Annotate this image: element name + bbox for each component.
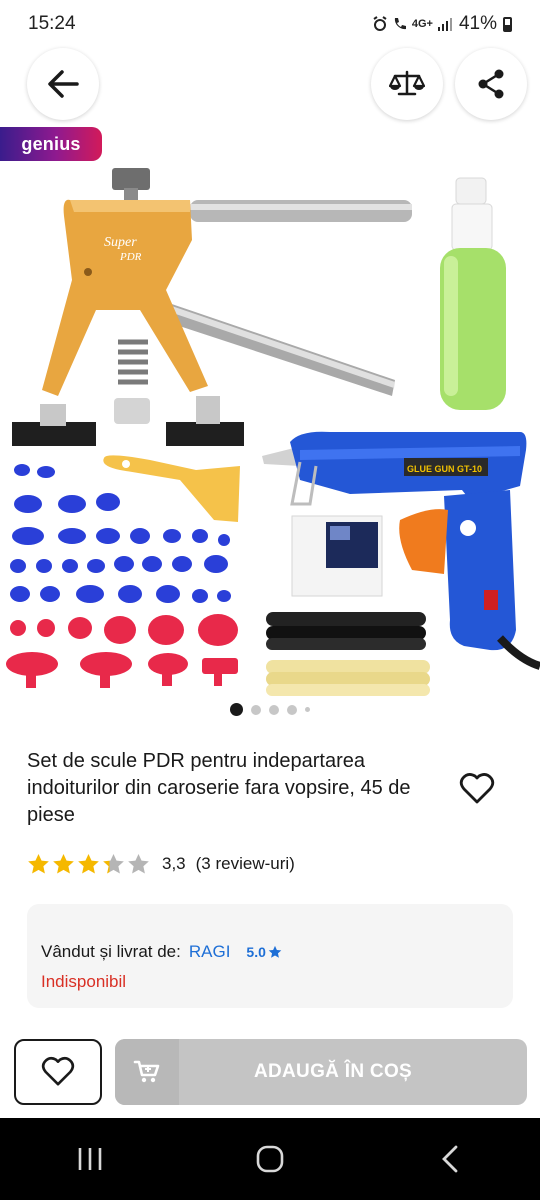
arrow-left-icon: [48, 70, 79, 98]
compare-button[interactable]: [371, 48, 443, 120]
rating-value: 3,3: [162, 854, 186, 873]
rating-row[interactable]: 3,3 (3 review-uri): [27, 853, 295, 875]
share-icon: [478, 69, 504, 99]
system-navigation-bar: [0, 1118, 540, 1200]
clear-glue-sticks-illustration: [266, 660, 430, 696]
call-icon: [394, 18, 406, 30]
svg-text:Super: Super: [104, 235, 137, 250]
carousel-dot[interactable]: [230, 703, 243, 716]
star-full-icon: [78, 853, 99, 874]
heart-icon[interactable]: [459, 771, 495, 807]
home-icon: [256, 1145, 284, 1173]
dent-lifter-illustration: Super PDR: [12, 168, 412, 446]
red-tabs-illustration: [6, 614, 238, 688]
image-carousel-dots: [0, 703, 540, 716]
network-type: 4G+: [411, 18, 433, 30]
add-to-cart-label: ADAUGĂ ÎN COȘ: [253, 1061, 412, 1082]
back-button[interactable]: [27, 48, 99, 120]
star-partial-icon: [103, 853, 124, 874]
product-title: Set de scule PDR pentru indepartarea ind…: [27, 750, 411, 826]
share-button[interactable]: [455, 48, 527, 120]
recent-apps-button[interactable]: [60, 1129, 120, 1189]
star-icon: [268, 945, 282, 958]
carousel-dot[interactable]: [269, 704, 279, 715]
scale-icon: [389, 70, 425, 96]
status-bar: 15:24 4G+ 41%: [0, 0, 540, 48]
status-indicators: 4G+ 41%: [372, 13, 512, 35]
status-icons: 4G+: [372, 16, 453, 32]
recent-apps-icon: [78, 1148, 102, 1170]
cart-icon: [133, 1060, 160, 1083]
seller-name-link[interactable]: RAGI: [189, 942, 231, 962]
carousel-dot[interactable]: [305, 707, 310, 712]
add-to-cart-button[interactable]: ADAUGĂ ÎN COȘ: [115, 1039, 527, 1105]
black-glue-sticks-illustration: [266, 612, 426, 650]
system-back-button[interactable]: [420, 1129, 480, 1189]
seller-label: Vândut și livrat de:: [41, 942, 181, 961]
star-full-icon: [28, 853, 49, 874]
spray-bottle-illustration: [440, 177, 506, 410]
manual-card-illustration: [291, 515, 383, 597]
svg-text:GLUE GUN GT-10: GLUE GUN GT-10: [407, 464, 482, 474]
cart-icon-container: [115, 1039, 179, 1105]
chevron-left-icon: [442, 1145, 458, 1173]
home-button[interactable]: [240, 1129, 300, 1189]
heart-icon: [41, 1056, 75, 1086]
star-full-icon: [53, 853, 74, 874]
rating-stars: [27, 853, 150, 875]
svg-text:PDR: PDR: [119, 251, 142, 263]
seller-score[interactable]: 5.0: [246, 944, 282, 960]
review-count-link[interactable]: (3 review-uri): [196, 854, 295, 874]
availability-status: Indisponibil: [41, 972, 127, 991]
genius-badge: genius: [0, 127, 102, 161]
product-image[interactable]: Super PDR GLUE GUN GT-10: [0, 160, 540, 700]
seller-score-value: 5.0: [246, 944, 266, 960]
alarm-icon: [373, 16, 387, 31]
star-empty-icon: [128, 853, 149, 874]
status-time: 15:24: [28, 13, 76, 34]
add-to-favorites-button[interactable]: [14, 1039, 102, 1105]
battery-icon: [503, 16, 512, 32]
carousel-dot[interactable]: [287, 704, 297, 715]
signal-icon: [437, 18, 452, 31]
seller-card: Vândut și livrat de: RAGI 5.0 Indisponib…: [27, 904, 513, 1008]
battery-level: 41%: [458, 13, 497, 34]
seller-line: Vândut și livrat de: RAGI 5.0: [41, 942, 499, 962]
scraper-illustration: [103, 455, 240, 522]
carousel-dot[interactable]: [251, 704, 261, 715]
